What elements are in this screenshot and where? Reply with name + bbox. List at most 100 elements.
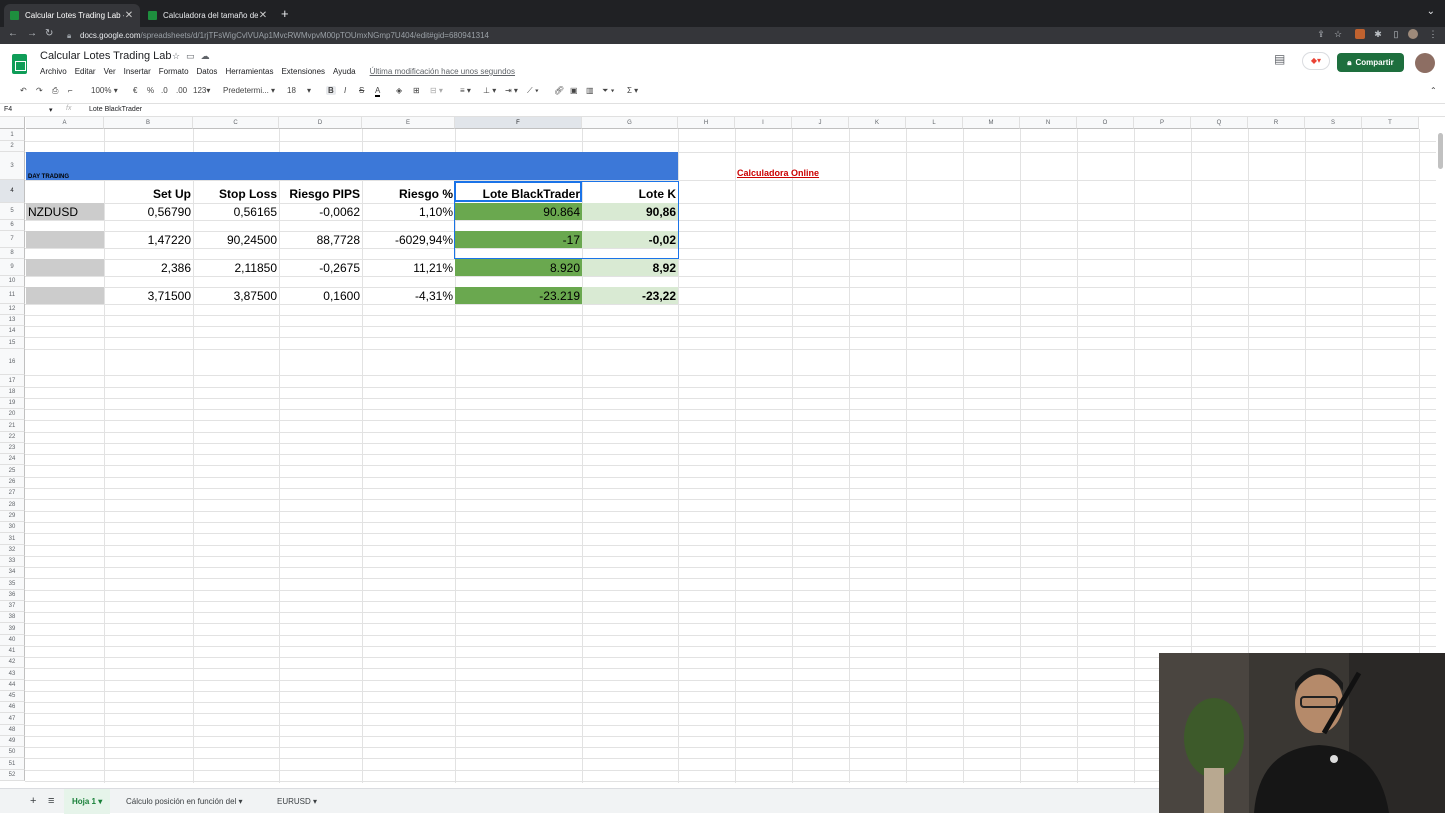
undo-icon[interactable]: ↶ — [20, 86, 27, 95]
column-header-t[interactable]: T — [1362, 117, 1419, 129]
row-header-12[interactable]: 12 — [0, 304, 25, 315]
italic-button[interactable]: I — [344, 86, 346, 95]
menu-archivo[interactable]: Archivo — [40, 67, 67, 76]
zoom-select[interactable]: 100% ▾ — [91, 86, 118, 95]
sheet-tab-calculo[interactable]: Cálculo posición en función del ▾ — [118, 789, 251, 814]
row-header-9[interactable]: 9 — [0, 259, 25, 276]
row-header-13[interactable]: 13 — [0, 315, 25, 326]
row-header-39[interactable]: 39 — [0, 623, 25, 635]
row-header-6[interactable]: 6 — [0, 220, 25, 231]
redo-icon[interactable]: ↷ — [36, 86, 43, 95]
percent-format-button[interactable]: % — [147, 86, 154, 95]
browser-tab[interactable]: Calculadora del tamaño de po ✕ — [142, 4, 274, 27]
row-header-40[interactable]: 40 — [0, 635, 25, 646]
column-header-k[interactable]: K — [849, 117, 906, 129]
browser-tab-active[interactable]: Calcular Lotes Trading Lab - H ✕ — [4, 4, 140, 27]
move-folder-icon[interactable]: ▭ — [186, 51, 201, 61]
row-header-46[interactable]: 46 — [0, 702, 25, 713]
cell-pips[interactable]: -0,0062 — [279, 203, 362, 220]
column-header-f[interactable]: F — [455, 117, 582, 129]
row-header-52[interactable]: 52 — [0, 770, 25, 781]
sheet-tab-hoja1[interactable]: Hoja 1 ▾ — [64, 789, 111, 814]
row-header-5[interactable]: 5 — [0, 203, 25, 220]
menu-formato[interactable]: Formato — [159, 67, 189, 76]
formula-input[interactable]: Lote BlackTrader — [89, 106, 142, 113]
row-header-1[interactable]: 1 — [0, 129, 25, 141]
cell-setup[interactable]: 0,56790 — [105, 203, 193, 220]
menu-ayuda[interactable]: Ayuda — [333, 67, 356, 76]
header-riesgo-pct[interactable]: Riesgo % — [362, 184, 455, 203]
browser-menu-icon[interactable]: ⋮ — [1428, 29, 1438, 39]
cell-pips[interactable]: 0,1600 — [279, 287, 362, 304]
calculadora-online-link[interactable]: Calculadora Online — [737, 168, 819, 178]
profile-avatar[interactable] — [1408, 29, 1418, 39]
column-header-h[interactable]: H — [678, 117, 735, 129]
text-rotation-icon[interactable]: ⟋ ▾ — [527, 86, 539, 96]
row-header-42[interactable]: 42 — [0, 657, 25, 668]
menu-datos[interactable]: Datos — [197, 67, 218, 76]
row-header-18[interactable]: 18 — [0, 387, 25, 398]
doc-title[interactable]: Calcular Lotes Trading Lab — [40, 50, 171, 62]
bookmark-star-icon[interactable]: ☆ — [1333, 29, 1343, 39]
extension-icon[interactable] — [1355, 29, 1365, 39]
insert-comment-icon[interactable]: ▣ — [570, 86, 578, 95]
row-header-34[interactable]: 34 — [0, 567, 25, 578]
text-wrap-icon[interactable]: ⇥ ▾ — [505, 86, 518, 95]
row-header-47[interactable]: 47 — [0, 713, 25, 725]
row-header-4[interactable]: 4 — [0, 180, 25, 203]
row-header-50[interactable]: 50 — [0, 747, 25, 758]
cell-setup[interactable]: 2,386 — [105, 259, 193, 276]
row-header-49[interactable]: 49 — [0, 736, 25, 747]
row-header-15[interactable]: 15 — [0, 337, 25, 349]
row-header-41[interactable]: 41 — [0, 646, 25, 657]
fill-color-icon[interactable]: ◈ — [396, 86, 402, 95]
column-header-e[interactable]: E — [362, 117, 455, 129]
row-header-44[interactable]: 44 — [0, 680, 25, 691]
column-header-g[interactable]: G — [582, 117, 678, 129]
column-header-c[interactable]: C — [193, 117, 279, 129]
cell-risk[interactable]: 1,10% — [362, 203, 455, 220]
cell-stop[interactable]: 3,87500 — [193, 287, 279, 304]
cell-stop[interactable]: 0,56165 — [193, 203, 279, 220]
new-tab-icon[interactable]: + — [281, 6, 289, 21]
close-tab-icon[interactable]: ✕ — [258, 10, 268, 21]
row-header-35[interactable]: 35 — [0, 578, 25, 590]
cell-stop[interactable]: 2,11850 — [193, 259, 279, 276]
row-header-29[interactable]: 29 — [0, 511, 25, 522]
vertical-align-icon[interactable]: ⊥ ▾ — [483, 86, 496, 95]
row-header-33[interactable]: 33 — [0, 556, 25, 567]
menu-insertar[interactable]: Insertar — [124, 67, 151, 76]
puzzle-extensions-icon[interactable]: ✱ — [1373, 29, 1383, 39]
collapse-toolbar-icon[interactable]: ⌃ — [1430, 86, 1437, 95]
column-header-b[interactable]: B — [104, 117, 193, 129]
row-header-3[interactable]: 3 — [0, 152, 25, 180]
cell-pips[interactable]: 88,7728 — [279, 231, 362, 248]
back-icon[interactable]: ← — [8, 28, 18, 39]
merge-cells-icon[interactable]: ⊟ ▾ — [430, 86, 443, 95]
url-input[interactable]: 🔒︎ docs.google.com/spreadsheets/d/1rjTFs… — [62, 28, 1322, 43]
cell-stop[interactable]: 90,24500 — [193, 231, 279, 248]
cell-risk[interactable]: -4,31% — [362, 287, 455, 304]
more-formats-select[interactable]: 123▾ — [193, 86, 210, 95]
row-header-25[interactable]: 25 — [0, 465, 25, 477]
bold-button[interactable]: B — [326, 86, 336, 95]
column-header-a[interactable]: A — [26, 117, 104, 129]
row-header-16[interactable]: 16 — [0, 349, 25, 375]
row-header-23[interactable]: 23 — [0, 443, 25, 454]
column-header-m[interactable]: M — [963, 117, 1020, 129]
filter-icon[interactable]: ⏷ ▾ — [602, 86, 615, 96]
share-page-icon[interactable]: ⇪ — [1316, 29, 1326, 39]
column-header-d[interactable]: D — [279, 117, 362, 129]
cell-pair[interactable] — [26, 287, 104, 304]
cell-setup[interactable]: 3,71500 — [105, 287, 193, 304]
row-header-30[interactable]: 30 — [0, 522, 25, 533]
cell-lote-k[interactable]: -23,22 — [582, 287, 678, 304]
paint-format-icon[interactable]: ⌐ — [68, 86, 73, 95]
sheets-logo-icon[interactable] — [12, 54, 27, 74]
row-header-43[interactable]: 43 — [0, 668, 25, 680]
all-sheets-button[interactable]: ≡ — [40, 789, 62, 814]
column-header-q[interactable]: Q — [1191, 117, 1248, 129]
close-tab-icon[interactable]: ✕ — [124, 10, 134, 21]
horizontal-align-icon[interactable]: ≡ ▾ — [460, 86, 471, 95]
row-header-19[interactable]: 19 — [0, 398, 25, 409]
